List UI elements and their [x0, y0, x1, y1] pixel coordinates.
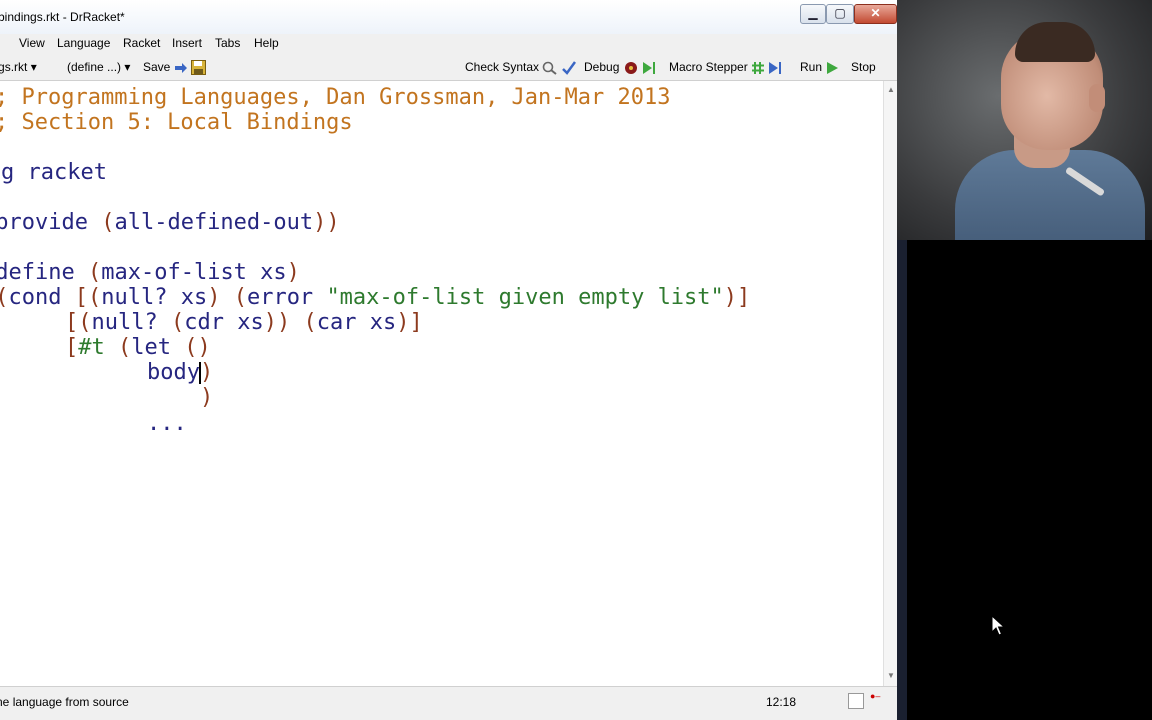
menu-insert[interactable]: Insert — [172, 36, 202, 50]
maximize-button[interactable]: ▢ — [826, 4, 854, 24]
definitions-editor[interactable]: ; Programming Languages, Dan Grossman, J… — [0, 81, 883, 686]
menu-help[interactable]: Help — [254, 36, 279, 50]
status-message: Determine language from source — [0, 695, 129, 709]
title-bar[interactable]: bindings.rkt - DrRacket* ▁ ▢ ✕ — [0, 0, 897, 35]
desktop-background — [907, 240, 1152, 720]
menu-tabs[interactable]: Tabs — [215, 36, 240, 50]
bug-icon — [624, 61, 637, 74]
step-play-icon — [769, 61, 782, 74]
save-arrow-icon — [174, 62, 187, 73]
menu-language[interactable]: Language — [57, 36, 110, 50]
hash-icon — [752, 61, 765, 74]
chevron-down-icon: ▾ — [124, 60, 131, 74]
file-selector[interactable]: bindings.rkt ▾ — [0, 60, 37, 74]
code-line-2: ; Section 5: Local Bindings — [0, 110, 353, 135]
run-button[interactable]: Run — [800, 60, 839, 75]
chevron-down-icon: ▾ — [30, 60, 37, 74]
check-syntax-button[interactable]: Check Syntax — [465, 60, 576, 75]
status-indicator-box — [848, 693, 864, 709]
code-line-1: ; Programming Languages, Dan Grossman, J… — [0, 85, 671, 110]
run-play-icon — [827, 61, 839, 74]
drracket-window: bindings.rkt - DrRacket* ▁ ▢ ✕ t View La… — [0, 0, 897, 720]
check-mark-icon — [561, 61, 576, 75]
macro-stepper-button[interactable]: Macro Stepper — [669, 60, 782, 75]
code-line-13: ) — [200, 385, 214, 410]
code-line-4: #lang racket — [0, 160, 107, 185]
presenter-ear — [1089, 84, 1105, 112]
close-icon: ✕ — [870, 6, 881, 20]
cursor-position: 12:18 — [766, 695, 797, 709]
scroll-up-icon[interactable]: ▲ — [887, 85, 895, 94]
status-bar: Determine language from source 12:18 ●– — [0, 686, 897, 720]
window-title: bindings.rkt - DrRacket* — [0, 10, 125, 24]
scroll-down-icon[interactable]: ▼ — [887, 671, 895, 680]
mouse-pointer-icon — [991, 615, 1005, 636]
minimize-icon: ▁ — [808, 6, 818, 20]
menu-racket[interactable]: Racket — [123, 36, 160, 50]
code-line-9: (cond [(null? xs) (error "max-of-list gi… — [0, 285, 751, 310]
step-play-icon — [643, 61, 656, 74]
floppy-disk-icon — [191, 60, 207, 76]
desktop-edge — [897, 240, 907, 720]
save-button[interactable]: Save — [143, 60, 207, 76]
code-line-6: (provide (all-defined-out)) — [0, 210, 340, 235]
magnifier-icon — [543, 61, 558, 75]
code-line-8: (define (max-of-list xs) — [0, 260, 300, 285]
webcam-video — [897, 0, 1152, 240]
minimize-button[interactable]: ▁ — [800, 4, 826, 24]
code-line-10: [(null? (cdr xs)) (car xs)] — [65, 310, 423, 335]
stop-button[interactable]: Stop — [851, 60, 876, 74]
vertical-scrollbar[interactable]: ▲ ▼ — [883, 81, 897, 686]
define-selector[interactable]: (define ...) ▾ — [67, 60, 130, 74]
debug-button[interactable]: Debug — [584, 60, 656, 75]
close-button[interactable]: ✕ — [854, 4, 897, 24]
status-activity-icon: ●– — [870, 691, 881, 701]
menu-bar: t View Language Racket Insert Tabs Help — [0, 34, 897, 54]
menu-view[interactable]: View — [19, 36, 45, 50]
code-line-14: ... — [147, 411, 187, 436]
maximize-icon: ▢ — [834, 6, 846, 20]
code-line-11: [#t (let () — [65, 335, 211, 360]
presenter-hair — [1015, 22, 1095, 62]
toolbar: bindings.rkt ▾ (define ...) ▾ Save Check… — [0, 54, 897, 81]
code-line-12: body) — [147, 360, 214, 385]
